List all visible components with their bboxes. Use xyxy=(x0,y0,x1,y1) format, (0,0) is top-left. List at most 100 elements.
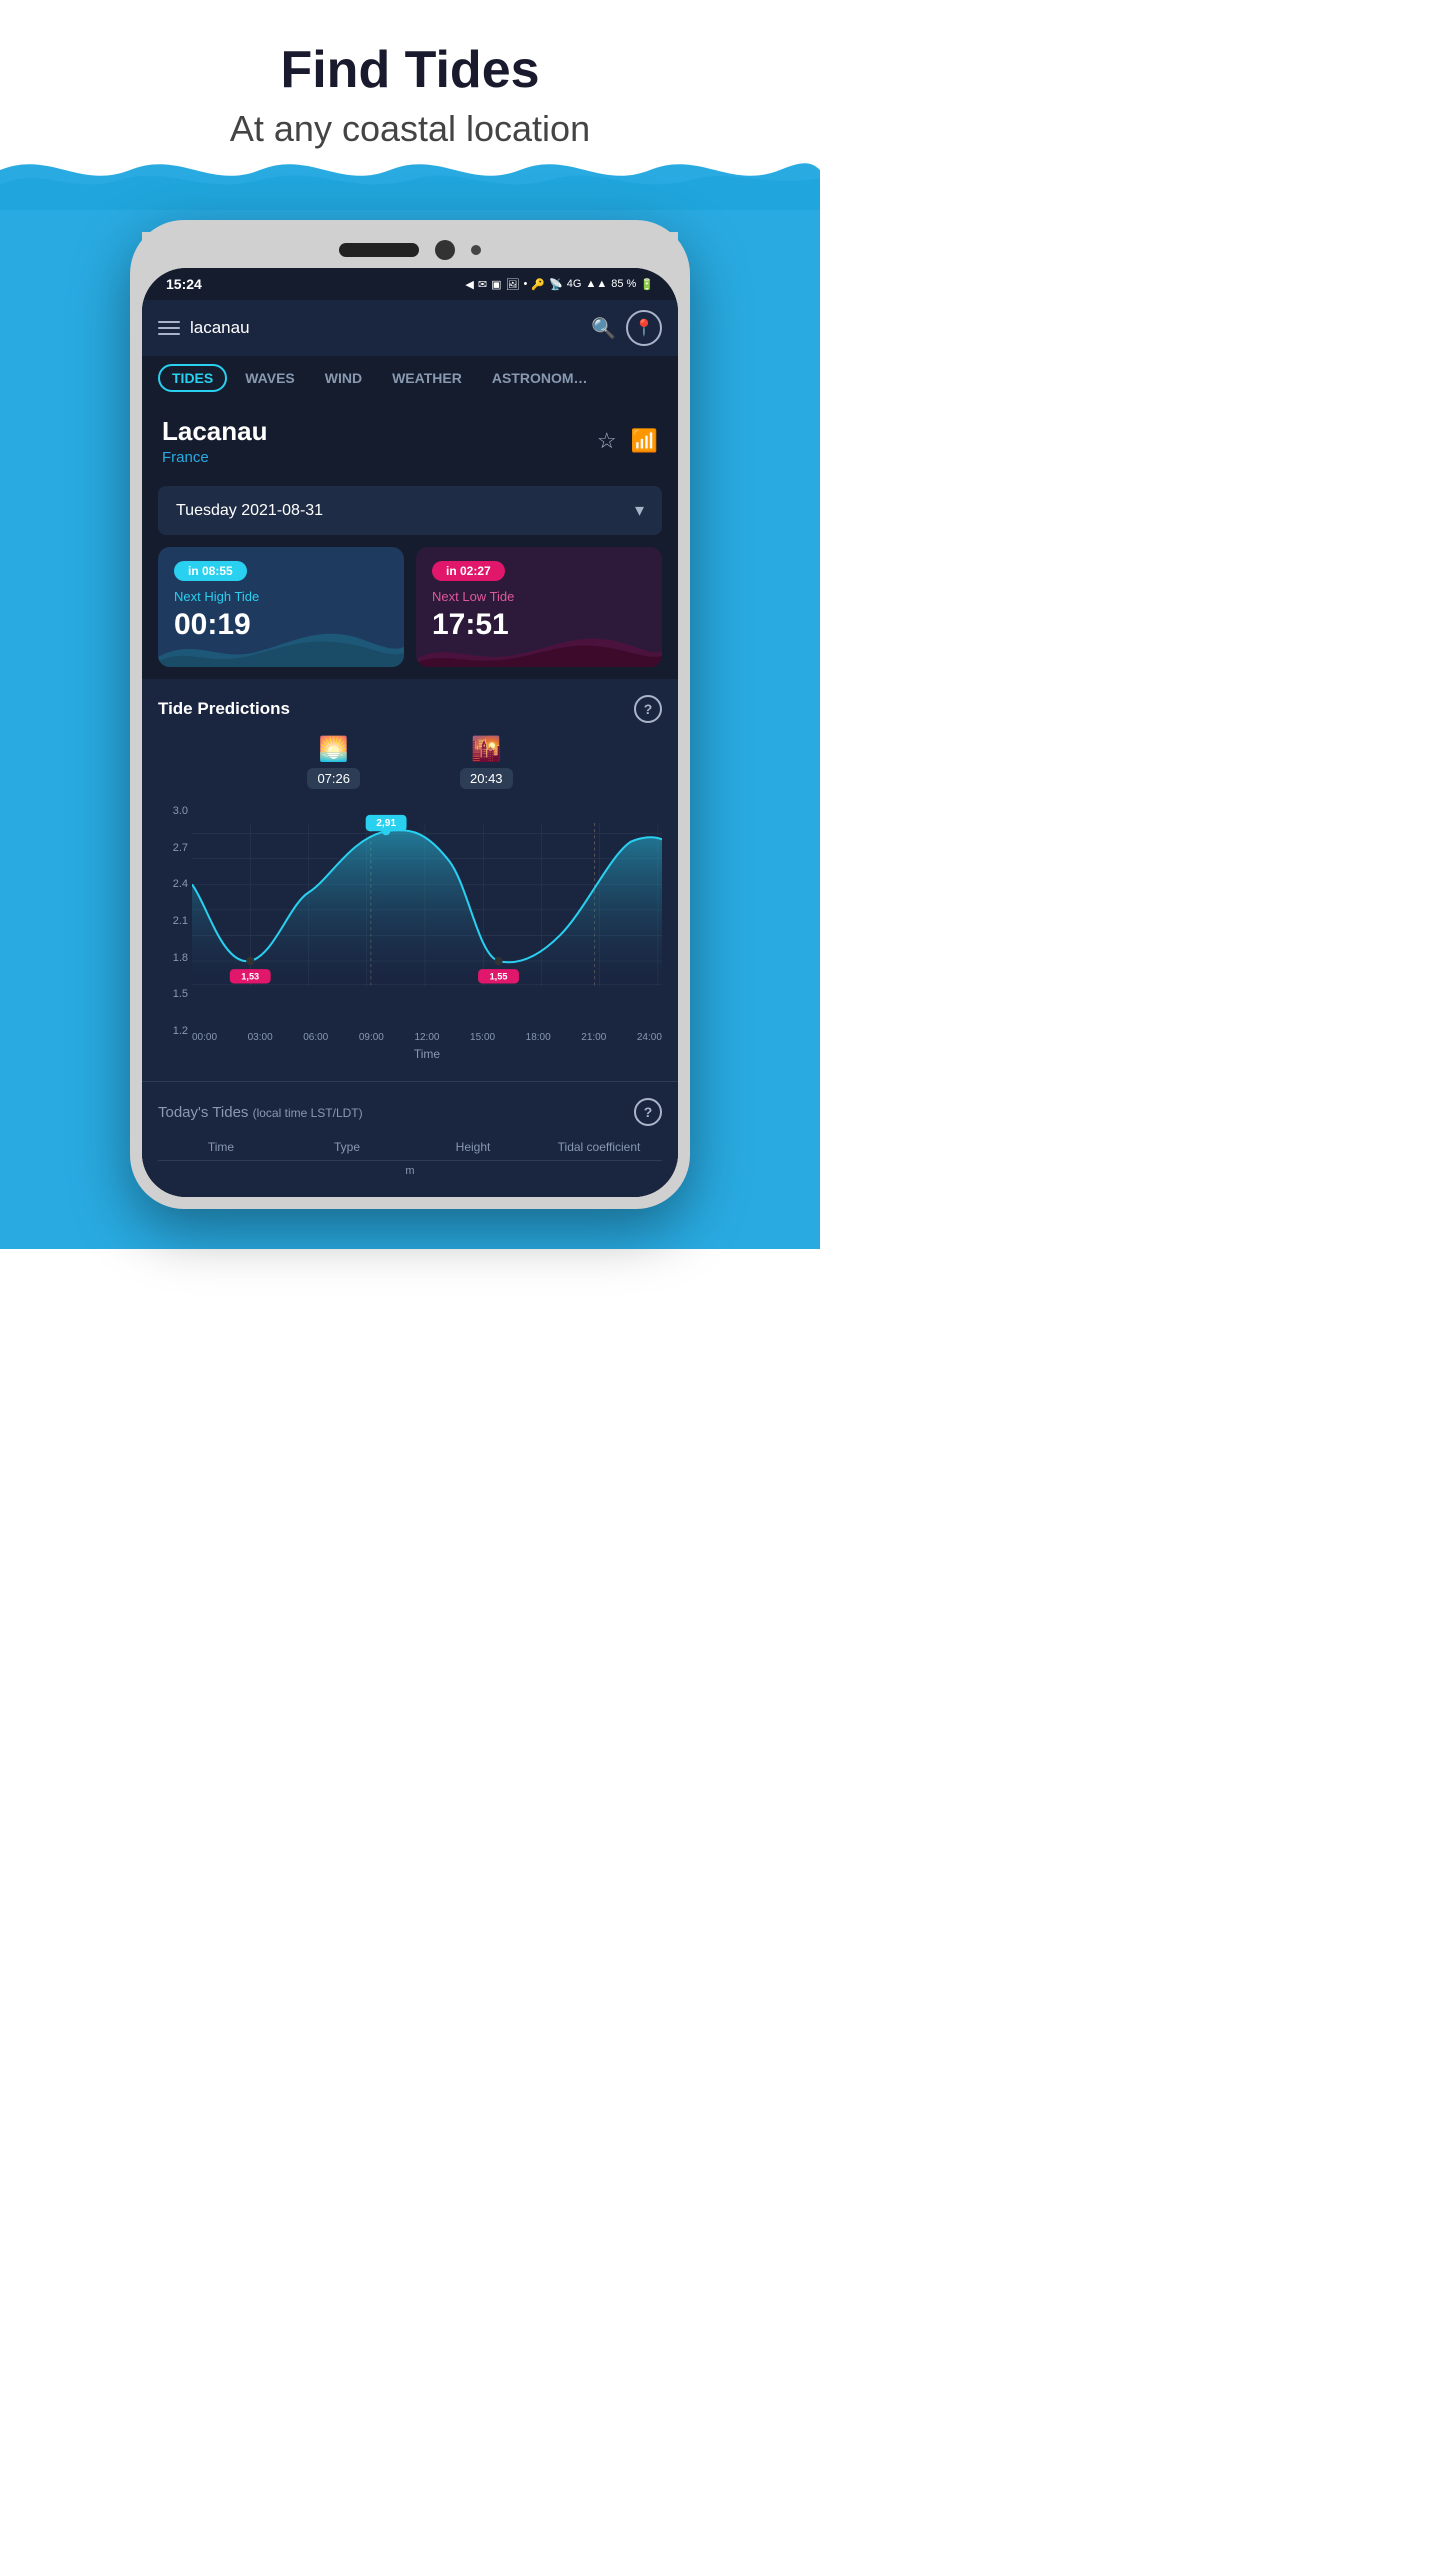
screen-icon: ▣ xyxy=(491,278,501,291)
x-label-2100: 21:00 xyxy=(581,1032,606,1043)
phone-screen: 15:24 ◀ ✉ ▣ 🖼 • 🔑 📡 4G ▲▲ 85 % 🔋 xyxy=(142,268,678,1197)
predictions-title: Tide Predictions xyxy=(158,699,290,719)
status-time: 15:24 xyxy=(166,276,202,292)
battery-icon: 🔋 xyxy=(640,278,654,291)
chevron-down-icon: ▾ xyxy=(635,500,644,521)
high-tide-label: Next High Tide xyxy=(174,589,388,604)
x-axis-title: Time xyxy=(192,1043,662,1065)
phone-wrapper: 15:24 ◀ ✉ ▣ 🖼 • 🔑 📡 4G ▲▲ 85 % 🔋 xyxy=(0,210,820,1209)
svg-text:2,91: 2,91 xyxy=(376,818,396,829)
phone-frame: 15:24 ◀ ✉ ▣ 🖼 • 🔑 📡 4G ▲▲ 85 % 🔋 xyxy=(130,220,690,1209)
app-content: lacanau 🔍 📍 TIDES WAVES WIND WEATHER AS xyxy=(142,300,678,1197)
wifi-icon: 📡 xyxy=(549,278,563,291)
main-subtitle: At any coastal location xyxy=(20,108,800,150)
x-label-0300: 03:00 xyxy=(248,1032,273,1043)
y-label-15: 1.5 xyxy=(158,988,188,1000)
sunrise-item: 🌅 07:26 xyxy=(307,735,360,789)
high-tide-time: 00:19 xyxy=(174,608,388,642)
low-tide-card: in 02:27 Next Low Tide 17:51 xyxy=(416,547,662,667)
y-label-12: 1.2 xyxy=(158,1025,188,1037)
high-tide-card: in 08:55 Next High Tide 00:19 xyxy=(158,547,404,667)
predictions-section: Tide Predictions ? 🌅 07:26 🌇 20:43 xyxy=(142,679,678,1081)
tab-waves[interactable]: WAVES xyxy=(233,364,307,392)
x-label-0900: 09:00 xyxy=(359,1032,384,1043)
x-label-0600: 06:00 xyxy=(303,1032,328,1043)
col-type: Type xyxy=(284,1140,410,1154)
chart-wrapper: 3.0 2.7 2.4 2.1 1.8 1.5 1.2 xyxy=(158,805,662,1065)
search-input-wrap[interactable]: lacanau xyxy=(190,318,581,338)
low-tide-time: 17:51 xyxy=(432,608,646,642)
x-label-1200: 12:00 xyxy=(414,1032,439,1043)
col-time: Time xyxy=(158,1140,284,1154)
y-axis: 3.0 2.7 2.4 2.1 1.8 1.5 1.2 xyxy=(158,805,192,1065)
pin-icon: 📍 xyxy=(634,318,654,338)
x-axis-labels: 00:00 03:00 06:00 09:00 12:00 15:00 18:0… xyxy=(192,1030,662,1043)
high-tide-badge: in 08:55 xyxy=(174,561,247,581)
x-label-1500: 15:00 xyxy=(470,1032,495,1043)
network-icon: 4G xyxy=(567,278,582,290)
tab-tides[interactable]: TIDES xyxy=(158,364,227,392)
menu-button[interactable] xyxy=(158,321,180,335)
y-label-27: 2.7 xyxy=(158,842,188,854)
predictions-help-button[interactable]: ? xyxy=(634,695,662,723)
sunrise-time: 07:26 xyxy=(307,768,360,789)
tab-bar: TIDES WAVES WIND WEATHER ASTRONOM… xyxy=(142,356,678,400)
location-action-icons: ☆ 📶 xyxy=(597,428,658,454)
search-button[interactable]: 🔍 xyxy=(591,316,616,341)
notch-camera xyxy=(435,240,455,260)
sunset-icon: 🌇 xyxy=(471,735,501,764)
table-header: Time Type Height Tidal coefficient xyxy=(158,1134,662,1161)
sun-times: 🌅 07:26 🌇 20:43 xyxy=(158,735,662,789)
svg-text:1,53: 1,53 xyxy=(241,971,259,981)
date-display: Tuesday 2021-08-31 xyxy=(176,502,323,520)
height-unit: m xyxy=(158,1161,662,1181)
notch-bar xyxy=(339,243,419,257)
predictions-header: Tide Predictions ? xyxy=(158,695,662,723)
todays-tides-help-button[interactable]: ? xyxy=(634,1098,662,1126)
search-bar: lacanau 🔍 📍 xyxy=(142,300,678,356)
photo-icon: 🖼 xyxy=(506,278,520,291)
signal-bars: ▲▲ xyxy=(585,278,607,290)
tab-astronomy[interactable]: ASTRONOM… xyxy=(480,364,600,392)
battery-level: 85 % xyxy=(611,278,636,290)
search-input[interactable]: lacanau xyxy=(190,318,581,338)
sunset-time: 20:43 xyxy=(460,768,513,789)
col-tidal-coeff: Tidal coefficient xyxy=(536,1140,662,1154)
x-label-0000: 00:00 xyxy=(192,1032,217,1043)
location-button[interactable]: 📍 xyxy=(626,310,662,346)
todays-tides-section: Today's Tides (local time LST/LDT) ? Tim… xyxy=(142,1081,678,1197)
date-picker[interactable]: Tuesday 2021-08-31 ▾ xyxy=(158,486,662,535)
dot-icon: • xyxy=(523,278,527,290)
col-height: Height xyxy=(410,1140,536,1154)
x-label-1800: 18:00 xyxy=(526,1032,551,1043)
low-tide-label: Next Low Tide xyxy=(432,589,646,604)
svg-text:1,55: 1,55 xyxy=(490,971,508,981)
direction-icon: ◀ xyxy=(465,278,473,291)
tide-cards: in 08:55 Next High Tide 00:19 xyxy=(142,547,678,679)
top-header: Find Tides At any coastal location xyxy=(0,0,820,150)
main-title: Find Tides xyxy=(20,40,800,100)
y-label-18: 1.8 xyxy=(158,952,188,964)
location-name: Lacanau xyxy=(162,416,268,447)
broadcast-icon[interactable]: 📶 xyxy=(631,428,658,454)
status-bar: 15:24 ◀ ✉ ▣ 🖼 • 🔑 📡 4G ▲▲ 85 % 🔋 xyxy=(142,268,678,300)
status-icons: ◀ ✉ ▣ 🖼 • 🔑 📡 4G ▲▲ 85 % 🔋 xyxy=(465,278,654,291)
location-info: Lacanau France xyxy=(162,416,268,466)
y-label-3: 3.0 xyxy=(158,805,188,817)
key-icon: 🔑 xyxy=(531,278,545,291)
wave-background: 15:24 ◀ ✉ ▣ 🖼 • 🔑 📡 4G ▲▲ 85 % 🔋 xyxy=(0,210,820,1249)
tab-weather[interactable]: WEATHER xyxy=(380,364,474,392)
todays-tides-title: Today's Tides (local time LST/LDT) xyxy=(158,1104,363,1121)
phone-notch xyxy=(142,232,678,268)
todays-tides-header: Today's Tides (local time LST/LDT) ? xyxy=(158,1098,662,1126)
notch-sensor xyxy=(471,245,481,255)
y-label-24: 2.4 xyxy=(158,878,188,890)
wave-divider xyxy=(0,150,820,210)
sunrise-icon: 🌅 xyxy=(319,735,349,764)
tide-chart-svg: 2,91 1,53 1,55 xyxy=(192,805,662,1025)
x-label-2400: 24:00 xyxy=(637,1032,662,1043)
location-country: France xyxy=(162,449,268,466)
sunset-item: 🌇 20:43 xyxy=(460,735,513,789)
tab-wind[interactable]: WIND xyxy=(313,364,374,392)
favorite-button[interactable]: ☆ xyxy=(597,428,617,454)
